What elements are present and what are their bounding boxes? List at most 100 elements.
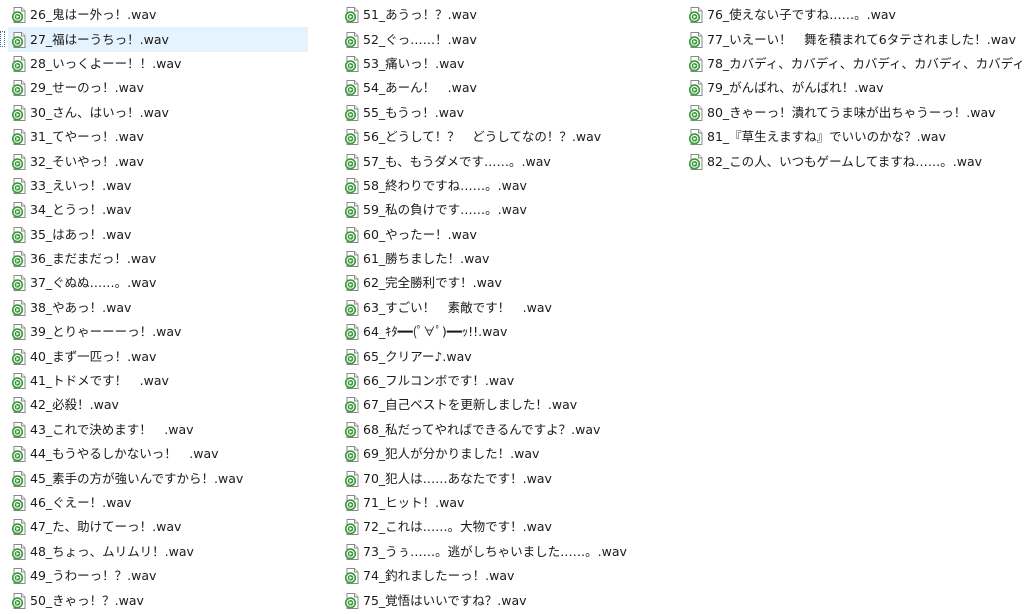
audio-wav-file-icon (10, 6, 28, 24)
file-item[interactable]: 67_自己ベストを更新しました！.wav (341, 393, 671, 417)
audio-wav-file-icon (343, 55, 361, 73)
audio-wav-file-icon (687, 128, 705, 146)
file-name: 29_せーのっ！.wav (30, 80, 144, 96)
audio-wav-file-icon (10, 226, 28, 244)
audio-wav-file-icon (10, 445, 28, 463)
file-item[interactable]: 55_もうっ！.wav (341, 101, 671, 125)
file-item[interactable]: 41_トドメです！ .wav (8, 369, 308, 393)
file-item[interactable]: 64_ｷﾀ━━(ﾟ∀ﾟ)━━ｯ!!.wav (341, 320, 671, 344)
file-item[interactable]: 80_きゃーっ！潰れてうま味が出ちゃうーっ！.wav (685, 101, 1020, 125)
file-item[interactable]: 79_がんばれ、がんばれ！.wav (685, 76, 1020, 100)
file-item[interactable]: 35_はあっ！.wav (8, 223, 308, 247)
file-item[interactable]: 27_福はーうちっ！.wav (0, 27, 308, 52)
file-item[interactable]: 53_痛いっ！.wav (341, 52, 671, 76)
file-name: 47_た、助けてーっ！.wav (30, 519, 182, 535)
audio-wav-file-icon (10, 177, 28, 195)
file-name: 34_とうっ！.wav (30, 202, 132, 218)
file-item[interactable]: 29_せーのっ！.wav (8, 76, 308, 100)
file-item[interactable]: 81_『草生えますね』でいいのかな？.wav (685, 125, 1020, 149)
file-name: 35_はあっ！.wav (30, 226, 132, 242)
focus-indicator (0, 31, 5, 48)
file-item[interactable]: 77_いえーい！ 舞を積まれて6タテされました！.wav (685, 27, 1020, 51)
file-item[interactable]: 72_これは……。大物です！.wav (341, 515, 671, 539)
file-item[interactable]: 48_ちょっ、ムリムリ！.wav (8, 540, 308, 564)
file-name: 61_勝ちました！.wav (363, 251, 490, 267)
file-item[interactable]: 68_私だってやればできるんですよ？.wav (341, 418, 671, 442)
file-item[interactable]: 34_とうっ！.wav (8, 198, 308, 222)
audio-wav-file-icon (343, 421, 361, 439)
file-item[interactable]: 59_私の負けです……。.wav (341, 198, 671, 222)
audio-wav-file-icon (343, 274, 361, 292)
file-item[interactable]: 73_うぅ……。逃がしちゃいました……。.wav (341, 540, 671, 564)
audio-wav-file-icon (10, 470, 28, 488)
file-item[interactable]: 38_やあっ！.wav (8, 296, 308, 320)
file-item[interactable]: 60_やったー！.wav (341, 223, 671, 247)
audio-wav-file-icon (687, 55, 705, 73)
file-name: 46_ぐえー！.wav (30, 495, 132, 510)
audio-wav-file-icon (343, 177, 361, 195)
file-item[interactable]: 46_ぐえー！.wav (8, 491, 308, 515)
file-name: 68_私だってやればできるんですよ？.wav (363, 421, 601, 437)
audio-wav-file-icon (10, 128, 28, 146)
file-item[interactable]: 61_勝ちました！.wav (341, 247, 671, 271)
file-item[interactable]: 76_使えない子ですね……。.wav (685, 3, 1020, 27)
file-item[interactable]: 49_うわーっ！？.wav (8, 564, 308, 588)
file-name: 32_そいやっ！.wav (30, 153, 144, 169)
file-name: 58_終わりですね……。.wav (363, 177, 527, 193)
file-name: 55_もうっ！.wav (363, 104, 465, 120)
file-item[interactable]: 40_まず一匹っ！.wav (8, 344, 308, 368)
audio-wav-file-icon (10, 153, 28, 171)
file-item[interactable]: 47_た、助けてーっ！.wav (8, 515, 308, 539)
file-item[interactable]: 75_覚悟はいいですね？.wav (341, 588, 671, 612)
file-name: 50_きゃっ！？.wav (30, 592, 144, 608)
file-item[interactable]: 54_あーん！ .wav (341, 76, 671, 100)
audio-wav-file-icon (10, 372, 28, 390)
file-name: 33_えいっ！.wav (30, 177, 132, 193)
file-item[interactable]: 43_これで決めます！ .wav (8, 418, 308, 442)
file-name: 49_うわーっ！？.wav (30, 568, 157, 584)
file-item[interactable]: 39_とりゃーーーっ！.wav (8, 320, 308, 344)
file-item[interactable]: 56_どうして！？ どうしてなの！？.wav (341, 125, 671, 149)
file-item[interactable]: 82_この人、いつもゲームしてますね……。.wav (685, 149, 1020, 173)
file-item[interactable]: 37_ぐぬぬ……。.wav (8, 271, 308, 295)
file-name: 63_すごい！ 素敵です！ .wav (363, 299, 552, 315)
file-item[interactable]: 51_あうっ！？.wav (341, 3, 671, 27)
file-name: 44_もうやるしかないっ！ .wav (30, 446, 219, 462)
file-item[interactable]: 69_犯人が分かりました！.wav (341, 442, 671, 466)
file-item[interactable]: 66_フルコンボです！.wav (341, 369, 671, 393)
file-item[interactable]: 71_ヒット！.wav (341, 491, 671, 515)
file-name: 65_クリアー♪.wav (363, 348, 472, 364)
file-column-1: 26_鬼はー外っ！.wav 27_福はーうちっ！.wav 28_いっくよーー！！.w… (0, 3, 308, 613)
audio-wav-file-icon (687, 6, 705, 24)
file-name: 53_痛いっ！.wav (363, 55, 465, 71)
file-item[interactable]: 63_すごい！ 素敵です！ .wav (341, 296, 671, 320)
file-item[interactable]: 26_鬼はー外っ！.wav (8, 3, 308, 27)
file-name: 40_まず一匹っ！.wav (30, 348, 157, 364)
file-item[interactable]: 45_素手の方が強いんですから！.wav (8, 466, 308, 490)
file-item[interactable]: 44_もうやるしかないっ！ .wav (8, 442, 308, 466)
audio-wav-file-icon (343, 592, 361, 610)
file-item[interactable]: 50_きゃっ！？.wav (8, 588, 308, 612)
audio-wav-file-icon (10, 104, 28, 122)
file-item[interactable]: 78_カバディ、カバディ、カバディ、カバディ、カバディ！_.wav (685, 52, 1024, 76)
file-item[interactable]: 57_も、もうダメです……。.wav (341, 149, 671, 173)
file-item[interactable]: 33_えいっ！.wav (8, 174, 308, 198)
file-name: 48_ちょっ、ムリムリ！.wav (30, 543, 194, 559)
file-item[interactable]: 42_必殺！.wav (8, 393, 308, 417)
file-item[interactable]: 28_いっくよーー！！.wav (8, 52, 308, 76)
file-item[interactable]: 32_そいやっ！.wav (8, 149, 308, 173)
file-item[interactable]: 62_完全勝利です！.wav (341, 271, 671, 295)
file-name: 27_福はーうちっ！.wav (30, 31, 169, 47)
file-item[interactable]: 31_てやーっ！.wav (8, 125, 308, 149)
file-item[interactable]: 30_さん、はいっ！.wav (8, 101, 308, 125)
file-name: 80_きゃーっ！潰れてうま味が出ちゃうーっ！.wav (707, 104, 996, 120)
file-item[interactable]: 70_犯人は……あなたです！.wav (341, 466, 671, 490)
file-item[interactable]: 52_ぐっ……！.wav (341, 27, 671, 51)
file-item[interactable]: 65_クリアー♪.wav (341, 344, 671, 368)
file-name: 74_釣れましたーっ！.wav (363, 568, 515, 584)
file-item[interactable]: 36_まだまだっ！.wav (8, 247, 308, 271)
audio-wav-file-icon (10, 518, 28, 536)
file-item[interactable]: 58_終わりですね……。.wav (341, 174, 671, 198)
file-item[interactable]: 74_釣れましたーっ！.wav (341, 564, 671, 588)
file-name: 56_どうして！？ どうしてなの！？.wav (363, 129, 602, 145)
